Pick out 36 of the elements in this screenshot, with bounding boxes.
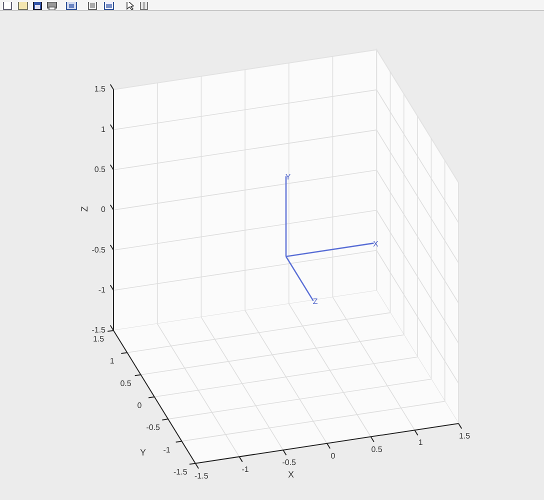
tick-label: 1.5 [458, 432, 470, 441]
tick-label: 1 [101, 124, 106, 134]
frame-axis-label: Y [285, 172, 291, 182]
tick-label: -1 [163, 445, 170, 454]
tick-label: 0.5 [94, 164, 106, 174]
tick-label: -0.5 [282, 458, 296, 468]
panel-icon[interactable] [104, 2, 114, 10]
pointer-icon[interactable] [126, 2, 134, 10]
axis-label: Y [140, 447, 146, 458]
axis-label: X [288, 469, 294, 480]
tick-label: -0.5 [146, 423, 160, 432]
tick-label: 0 [101, 205, 106, 214]
tick-label: -1.5 [174, 467, 188, 476]
panel-icon[interactable] [140, 2, 148, 10]
panel-icon[interactable] [88, 2, 97, 10]
tick-label: -0.5 [92, 245, 106, 254]
document-icon[interactable] [3, 2, 12, 10]
tick-label: -1.5 [194, 471, 208, 480]
tick-label: -1 [242, 464, 249, 474]
tick-label: 1 [110, 356, 114, 366]
tick-label: 0.5 [120, 378, 132, 388]
folder-icon[interactable] [18, 2, 28, 10]
frame-axis-label: Z [312, 296, 318, 306]
window-icon[interactable] [66, 2, 77, 10]
tick-label: 1 [418, 438, 423, 448]
tick-label: 0 [137, 401, 142, 410]
tick-label: 0 [330, 452, 336, 460]
frame-axis-label: X [373, 239, 378, 248]
axis-label: Z [79, 206, 90, 212]
tick-label: 1.5 [92, 334, 104, 344]
tick-label: -1.5 [92, 326, 106, 335]
printer-icon[interactable] [47, 2, 57, 10]
disk-icon[interactable] [33, 2, 42, 10]
tick-label: 0.5 [371, 444, 382, 454]
tick-label: 1.5 [94, 84, 106, 94]
tick-label: -1 [98, 285, 106, 294]
